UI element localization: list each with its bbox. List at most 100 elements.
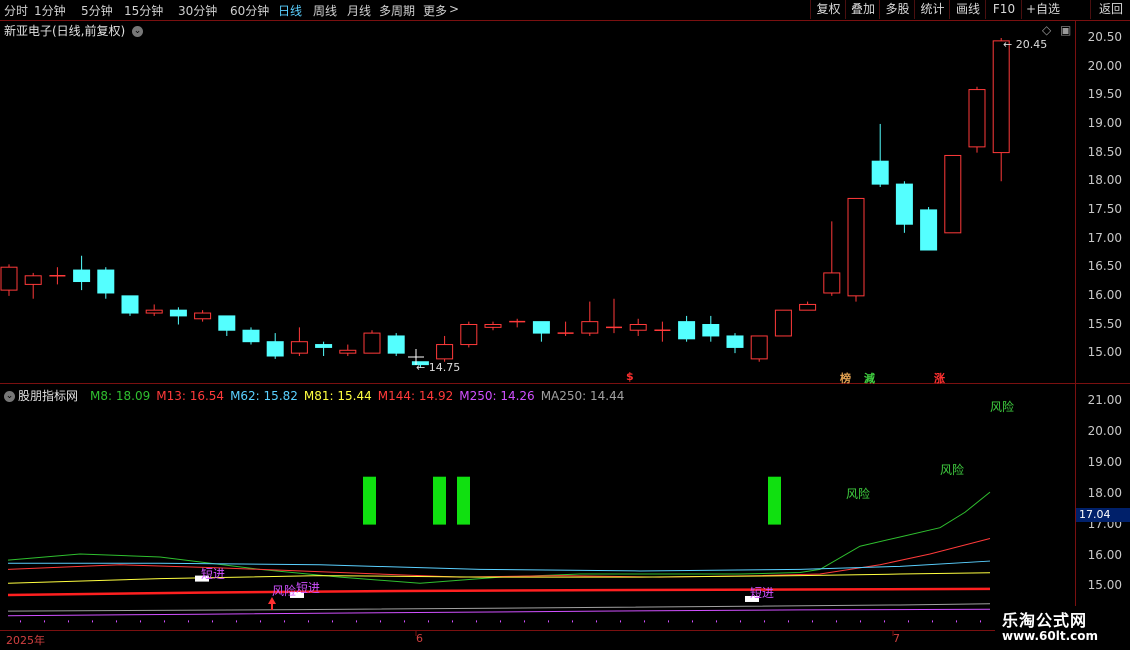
indicator-tick-label: 18.00 xyxy=(1087,485,1122,500)
candle-body xyxy=(847,197,865,297)
candle-body xyxy=(97,269,115,294)
candle-body xyxy=(992,40,1010,154)
candle-body xyxy=(194,312,212,320)
price-tick-label: 15.50 xyxy=(1087,316,1122,331)
indicator-tick-label: 20.00 xyxy=(1087,423,1122,438)
candle-body xyxy=(218,315,236,331)
price-tick-label: 15.00 xyxy=(1087,345,1122,360)
dot-mark xyxy=(380,620,381,623)
panel-divider xyxy=(0,383,1130,384)
date-axis-line xyxy=(0,630,1075,631)
indicator-value: M62: 15.82 xyxy=(230,389,298,403)
dot-mark xyxy=(908,620,909,623)
candle-body xyxy=(702,324,720,337)
candle-body xyxy=(895,183,913,225)
dot-mark xyxy=(236,620,237,623)
indicator-value: M250: 14.26 xyxy=(459,389,535,403)
candle-body xyxy=(750,335,768,360)
dot-mark xyxy=(860,620,861,623)
candle-body xyxy=(436,344,454,360)
price-tick-label: 16.00 xyxy=(1087,287,1122,302)
dot-mark xyxy=(668,620,669,623)
indicator-signal-label: 短进 xyxy=(201,567,226,581)
watermark-title: 乐淘公式网 xyxy=(1002,611,1088,630)
dot-mark xyxy=(428,620,429,623)
candle-body xyxy=(290,341,308,354)
indicator-tick-label: 19.00 xyxy=(1087,454,1122,469)
indicator-value: MA250: 14.44 xyxy=(540,389,625,403)
price-tick-label: 19.50 xyxy=(1087,87,1122,102)
event-marker[interactable]: 減 xyxy=(864,370,875,386)
dot-mark xyxy=(764,620,765,623)
candle-body xyxy=(387,335,405,354)
event-marker[interactable]: 榜 xyxy=(840,370,851,386)
price-tick-label: 20.00 xyxy=(1087,58,1122,73)
signal-bar xyxy=(768,476,781,525)
price-tick-label: 17.50 xyxy=(1087,201,1122,216)
dot-mark xyxy=(548,620,549,623)
candle-body xyxy=(823,272,841,294)
indicator-signal-label: 风险 xyxy=(940,463,965,477)
indicator-value: M144: 14.92 xyxy=(377,389,454,403)
candle-body xyxy=(73,269,91,283)
indicator-title: ⌄ 股朋指标网 M8: 18.09 M13: 16.54 M62: 15.82 M81: … xyxy=(4,387,636,404)
dot-mark xyxy=(884,620,885,623)
current-value-badge: 17.04 xyxy=(1076,508,1130,522)
dot-mark xyxy=(116,620,117,623)
dot-mark xyxy=(404,620,405,623)
signal-bar xyxy=(457,476,470,525)
date-label: 6 xyxy=(416,632,423,645)
candle-body xyxy=(0,266,18,291)
m13-line xyxy=(7,538,991,578)
candlestick-chart xyxy=(0,38,1010,636)
candle-body xyxy=(484,324,502,328)
candle-body xyxy=(581,321,599,334)
dot-mark xyxy=(788,620,789,623)
indicator-signal-label: 风险 xyxy=(846,487,871,501)
indicator-value: M81: 15.44 xyxy=(303,389,372,403)
candle-body xyxy=(944,154,962,234)
dot-mark xyxy=(164,620,165,623)
candle-body xyxy=(121,295,139,314)
dot-mark xyxy=(476,620,477,623)
indicator-value: M13: 16.54 xyxy=(156,389,225,403)
indicator-tick-label: 16.00 xyxy=(1087,547,1122,562)
dot-mark xyxy=(812,620,813,623)
candle-body xyxy=(629,324,647,331)
event-marker[interactable]: 涨 xyxy=(934,370,945,386)
price-axis-divider xyxy=(1075,20,1076,632)
candle-body xyxy=(799,303,817,311)
indicator-signal-label: 风险 xyxy=(990,400,1015,414)
price-tick-label: 18.50 xyxy=(1087,144,1122,159)
candle-body xyxy=(460,324,478,346)
signal-bar xyxy=(363,476,376,525)
candle-body xyxy=(968,89,986,148)
indicator-signal-label: 风险 xyxy=(272,584,297,598)
date-label: 7 xyxy=(893,632,900,645)
dot-mark xyxy=(716,620,717,623)
price-tick-label: 16.50 xyxy=(1087,259,1122,274)
candle-body xyxy=(678,321,696,340)
price-tick-label: 17.00 xyxy=(1087,230,1122,245)
dot-mark xyxy=(980,620,981,623)
dot-mark xyxy=(452,620,453,623)
dot-mark xyxy=(212,620,213,623)
candle-body xyxy=(24,275,42,285)
candle-body xyxy=(339,349,357,354)
candle-body xyxy=(266,341,284,357)
low-price-label: ← 14.75 xyxy=(416,361,461,374)
dot-mark xyxy=(692,620,693,623)
dot-mark xyxy=(20,620,21,623)
indicator-chevron-icon[interactable]: ⌄ xyxy=(4,391,15,402)
m144-line xyxy=(7,587,991,597)
candle-body xyxy=(532,321,550,334)
dot-mark xyxy=(92,620,93,623)
candle-body xyxy=(315,344,333,348)
event-marker[interactable]: $ xyxy=(626,370,634,383)
dot-mark xyxy=(596,620,597,623)
m81-line xyxy=(7,572,991,584)
candle-body xyxy=(242,329,260,343)
indicator-signal-label: 短进 xyxy=(296,581,321,595)
dot-mark xyxy=(44,620,45,623)
dot-mark xyxy=(140,620,141,623)
